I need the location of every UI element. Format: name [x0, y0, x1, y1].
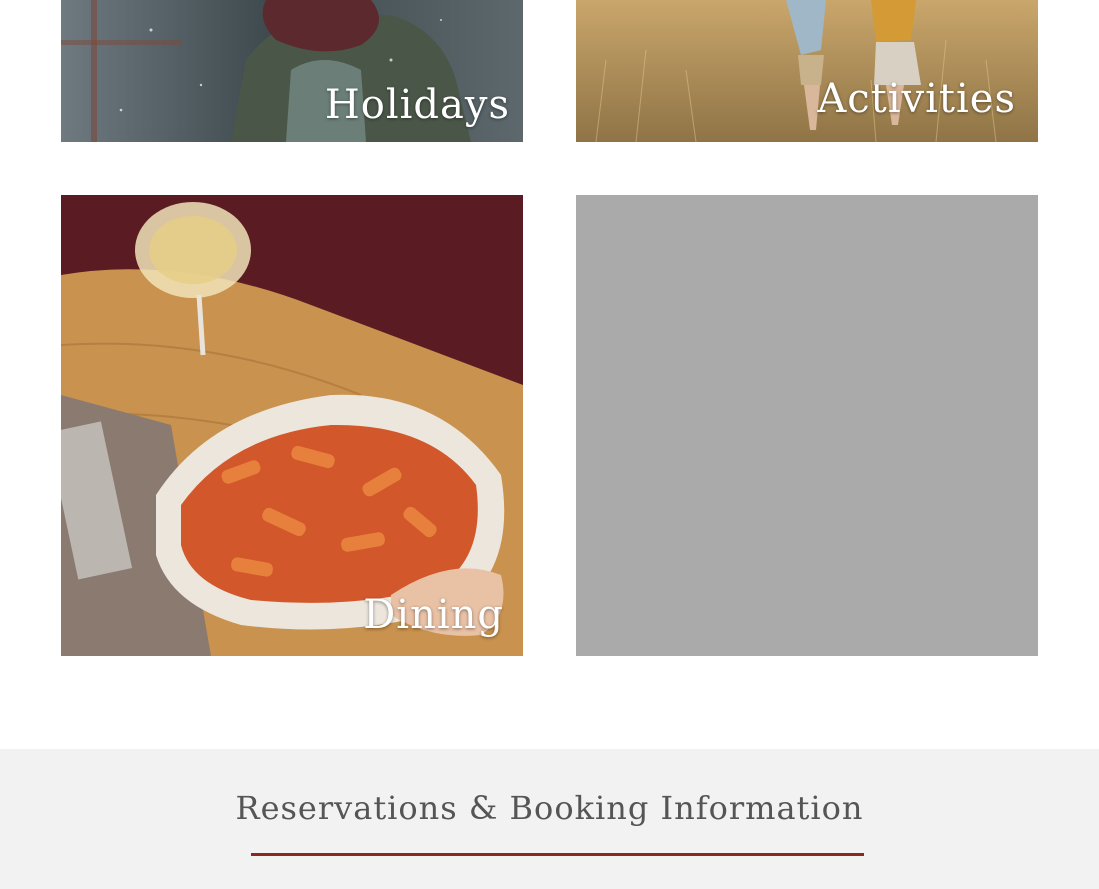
dining-photo: [61, 195, 523, 656]
page: Holidays Activities Dining Reservations …: [0, 0, 1099, 889]
reservations-section: Reservations & Booking Information: [0, 749, 1099, 889]
holidays-label: Holidays: [324, 82, 510, 128]
dining-card[interactable]: Dining: [61, 195, 523, 656]
reservations-heading: Reservations & Booking Information: [235, 789, 864, 827]
activities-card[interactable]: Activities: [576, 0, 1038, 142]
holidays-card[interactable]: Holidays: [61, 0, 523, 142]
image-placeholder: [576, 195, 1038, 656]
dining-label: Dining: [363, 592, 504, 638]
heading-underline: [251, 853, 864, 856]
activities-label: Activities: [817, 76, 1016, 122]
